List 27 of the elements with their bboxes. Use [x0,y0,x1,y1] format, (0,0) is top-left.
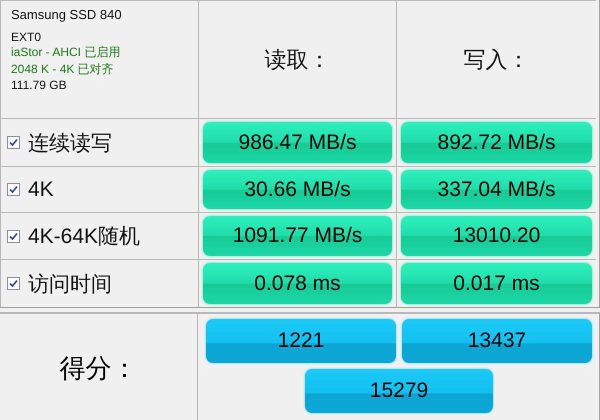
read-result: 1091.77 MB/s [203,216,392,256]
test-name: 连续读写 [28,130,112,156]
write-result: 0.017 ms [401,263,592,304]
test-checkbox[interactable] [7,136,20,149]
alignment-status: 2048 K - 4K 已对齐 [11,61,114,78]
firmware-version: EXT0 [11,30,42,44]
write-result: 13010.20 [401,216,592,256]
score-label: 得分： [60,352,138,384]
write-score: 13437 [402,319,592,363]
test-checkbox[interactable] [7,230,20,242]
drive-size: 111.79 GB [11,78,67,92]
driver-status: iaStor - AHCI 已启用 [11,44,120,61]
read-result: 986.47 MB/s [203,122,392,163]
read-result: 0.078 ms [203,263,392,304]
test-checkbox[interactable] [7,183,20,196]
test-name: 访问时间 [28,272,112,298]
write-result: 892.72 MB/s [401,122,592,163]
column-header: 读取： [264,46,330,74]
column-header: 写入： [464,46,530,74]
test-checkbox[interactable] [7,277,20,290]
test-name: 4K [28,178,54,202]
read-result: 30.66 MB/s [203,170,392,209]
read-score: 1221 [206,319,396,363]
total-score: 15279 [305,368,493,412]
drive-model: Samsung SSD 840 [11,7,122,22]
test-name: 4K-64K随机 [28,224,140,250]
write-result: 337.04 MB/s [401,170,592,209]
